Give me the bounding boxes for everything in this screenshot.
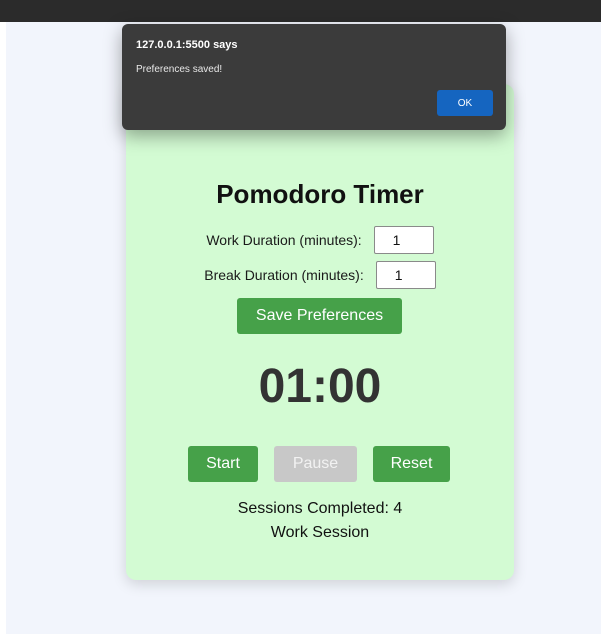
save-preferences-button[interactable]: Save Preferences [237,298,402,334]
alert-message: Preferences saved! [136,64,223,75]
work-duration-input[interactable] [373,226,434,254]
break-duration-input[interactable] [375,261,436,289]
reset-button[interactable]: Reset [373,446,450,482]
alert-title: 127.0.0.1:5500 says [136,39,238,51]
page-title: Pomodoro Timer [216,179,424,209]
alert-ok-button[interactable]: OK [437,90,493,116]
browser-top-bar [0,0,601,22]
pause-button[interactable]: Pause [274,446,357,482]
pomodoro-card: Pomodoro Timer Work Duration (minutes): … [126,84,514,580]
timer-display: 01:00 [258,360,382,413]
start-button[interactable]: Start [188,446,258,482]
break-duration-label: Break Duration (minutes): [204,267,364,283]
break-duration-row: Break Duration (minutes): [126,261,514,289]
work-duration-row: Work Duration (minutes): [126,226,514,254]
sessions-completed: Sessions Completed: 4 [237,500,403,517]
session-type: Work Session [270,524,370,541]
work-duration-label: Work Duration (minutes): [206,232,362,248]
alert-dialog: 127.0.0.1:5500 says Preferences saved! O… [122,24,506,130]
